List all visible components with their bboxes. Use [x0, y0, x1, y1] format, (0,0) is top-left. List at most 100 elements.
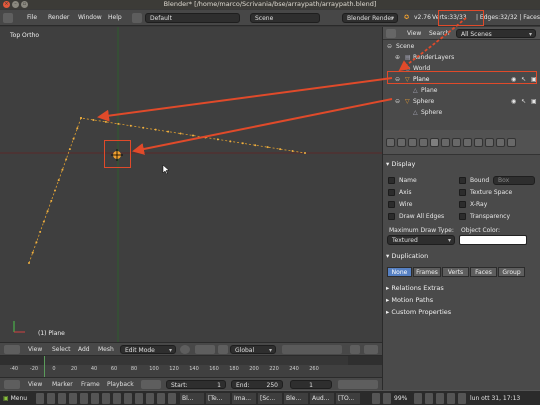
manipulator-icon[interactable]	[218, 345, 228, 354]
quick-launch-icon[interactable]	[113, 393, 121, 404]
minimize-window-icon[interactable]: –	[12, 1, 19, 8]
layers-tab-icon[interactable]	[397, 138, 406, 147]
constraints-tab-icon[interactable]	[441, 138, 450, 147]
name-checkbox[interactable]	[388, 177, 395, 184]
battery-indicator[interactable]: 99%	[394, 393, 407, 404]
editor-type-icon[interactable]	[4, 345, 20, 354]
end-frame-field[interactable]: End: 250	[231, 380, 283, 389]
close-window-icon[interactable]: ×	[3, 1, 10, 8]
task-window[interactable]: [Te...	[206, 393, 230, 404]
editor-type-icon[interactable]	[4, 380, 20, 389]
quick-launch-icon[interactable]	[69, 393, 77, 404]
tray-icon[interactable]	[414, 393, 422, 404]
display-filter-select[interactable]: All Scenes	[456, 29, 536, 39]
bound-checkbox[interactable]	[459, 177, 466, 184]
playback-controls[interactable]	[338, 380, 378, 389]
expand-icon[interactable]: ⊖	[395, 96, 400, 107]
task-window[interactable]: [TO...	[336, 393, 360, 404]
duplication-none-button[interactable]: None	[387, 267, 412, 277]
task-window[interactable]: Ble...	[284, 393, 308, 404]
object-tab-icon[interactable]	[430, 138, 439, 147]
tree-row-sphere-mesh[interactable]: △ Sphere	[383, 107, 540, 118]
duplication-group-button[interactable]: Group	[498, 267, 525, 277]
tree-row-renderlayers[interactable]: ⊕ ▤ RenderLayers	[383, 52, 540, 63]
menu-playback[interactable]: Playback	[107, 380, 134, 389]
relations-extras-section[interactable]: ▸ Relations Extras	[386, 283, 538, 294]
tree-row-scene[interactable]: ⊖ Scene	[383, 41, 540, 52]
menu-frame[interactable]: Frame	[81, 380, 100, 389]
scene-tab-icon[interactable]	[408, 138, 417, 147]
x-ray-checkbox[interactable]	[459, 201, 466, 208]
layer-buttons[interactable]	[282, 345, 342, 354]
task-window[interactable]: [Sc...	[258, 393, 282, 404]
shading-icon[interactable]	[180, 345, 190, 354]
menu-view[interactable]: View	[28, 380, 42, 389]
duplication-section-header[interactable]: ▾ Duplication	[386, 251, 538, 262]
start-menu-button[interactable]: ▣ Menu	[3, 393, 27, 404]
material-tab-icon[interactable]	[474, 138, 483, 147]
screen-layout-field[interactable]: Default	[145, 13, 240, 23]
particles-tab-icon[interactable]	[496, 138, 505, 147]
mode-select[interactable]: Edit Mode	[120, 345, 176, 355]
quick-launch-icon[interactable]	[102, 393, 110, 404]
tray-icon[interactable]	[372, 393, 380, 404]
quick-launch-icon[interactable]	[36, 393, 44, 404]
quick-launch-icon[interactable]	[124, 393, 132, 404]
visibility-eye-icon[interactable]: ◉	[511, 96, 516, 107]
menu-marker[interactable]: Marker	[52, 380, 73, 389]
wire-checkbox[interactable]	[388, 201, 395, 208]
properties-editor[interactable]: ▾ Display Name Bound Box Axis Texture Sp…	[382, 130, 540, 390]
quick-launch-icon[interactable]	[80, 393, 88, 404]
draw-all-edges-checkbox[interactable]	[388, 213, 395, 220]
menu-window[interactable]: Window	[78, 13, 102, 23]
proportional-edit-icon[interactable]	[364, 345, 378, 354]
render-tab-icon[interactable]	[386, 138, 395, 147]
motion-paths-section[interactable]: ▸ Motion Paths	[386, 295, 538, 306]
duplication-frames-button[interactable]: Frames	[413, 267, 441, 277]
range-toggle[interactable]	[141, 380, 161, 389]
menu-view[interactable]: View	[407, 29, 421, 38]
menu-select[interactable]: Select	[52, 345, 71, 354]
task-window[interactable]: Aud...	[310, 393, 334, 404]
start-frame-field[interactable]: Start: 1	[166, 380, 226, 389]
timeline[interactable]: -40 -20 0 20 40 60 80 100 120 140 160 180 200 220 240 2…	[0, 355, 382, 378]
quick-launch-icon[interactable]	[135, 393, 143, 404]
quick-launch-icon[interactable]	[168, 393, 176, 404]
render-camera-icon[interactable]: ▣	[531, 96, 537, 107]
quick-launch-icon[interactable]	[91, 393, 99, 404]
quick-launch-icon[interactable]	[47, 393, 55, 404]
world-tab-icon[interactable]	[419, 138, 428, 147]
snap-icon[interactable]	[350, 345, 360, 354]
tray-icon[interactable]	[425, 393, 433, 404]
clock[interactable]: lun ott 31, 17:13	[470, 393, 520, 404]
menu-search[interactable]: Search	[429, 29, 450, 38]
duplication-faces-button[interactable]: Faces	[470, 267, 497, 277]
display-section-header[interactable]: ▾ Display	[386, 159, 538, 170]
max-draw-type-select[interactable]: Textured	[387, 235, 455, 245]
modifiers-tab-icon[interactable]	[452, 138, 461, 147]
current-frame-field[interactable]: 1	[290, 380, 332, 389]
render-engine-select[interactable]: Blender Render	[342, 13, 398, 24]
menu-render[interactable]: Render	[48, 13, 69, 23]
menu-mesh[interactable]: Mesh	[98, 345, 114, 354]
menu-help[interactable]: Help	[108, 13, 122, 23]
data-tab-icon[interactable]	[463, 138, 472, 147]
maximize-window-icon[interactable]: ▫	[21, 1, 28, 8]
menu-add[interactable]: Add	[78, 345, 90, 354]
expand-icon[interactable]: ⊕	[395, 52, 400, 63]
texture-space-checkbox[interactable]	[459, 189, 466, 196]
tray-icon[interactable]	[436, 393, 444, 404]
tree-row-sphere-object[interactable]: ⊖ ▽ Sphere ◉ ↖ ▣	[383, 96, 540, 107]
orientation-select[interactable]: Global	[230, 345, 276, 355]
quick-launch-icon[interactable]	[157, 393, 165, 404]
selectable-arrow-icon[interactable]: ↖	[521, 96, 526, 107]
expand-icon[interactable]: ⊖	[387, 41, 392, 52]
menu-view[interactable]: View	[28, 345, 42, 354]
texture-tab-icon[interactable]	[485, 138, 494, 147]
menu-file[interactable]: File	[27, 13, 37, 23]
editor-type-icon[interactable]	[386, 29, 396, 38]
object-color-swatch[interactable]	[459, 235, 527, 245]
duplication-verts-button[interactable]: Verts	[442, 267, 469, 277]
tree-row-plane-mesh[interactable]: △ Plane	[383, 85, 540, 96]
tray-icon[interactable]	[447, 393, 455, 404]
